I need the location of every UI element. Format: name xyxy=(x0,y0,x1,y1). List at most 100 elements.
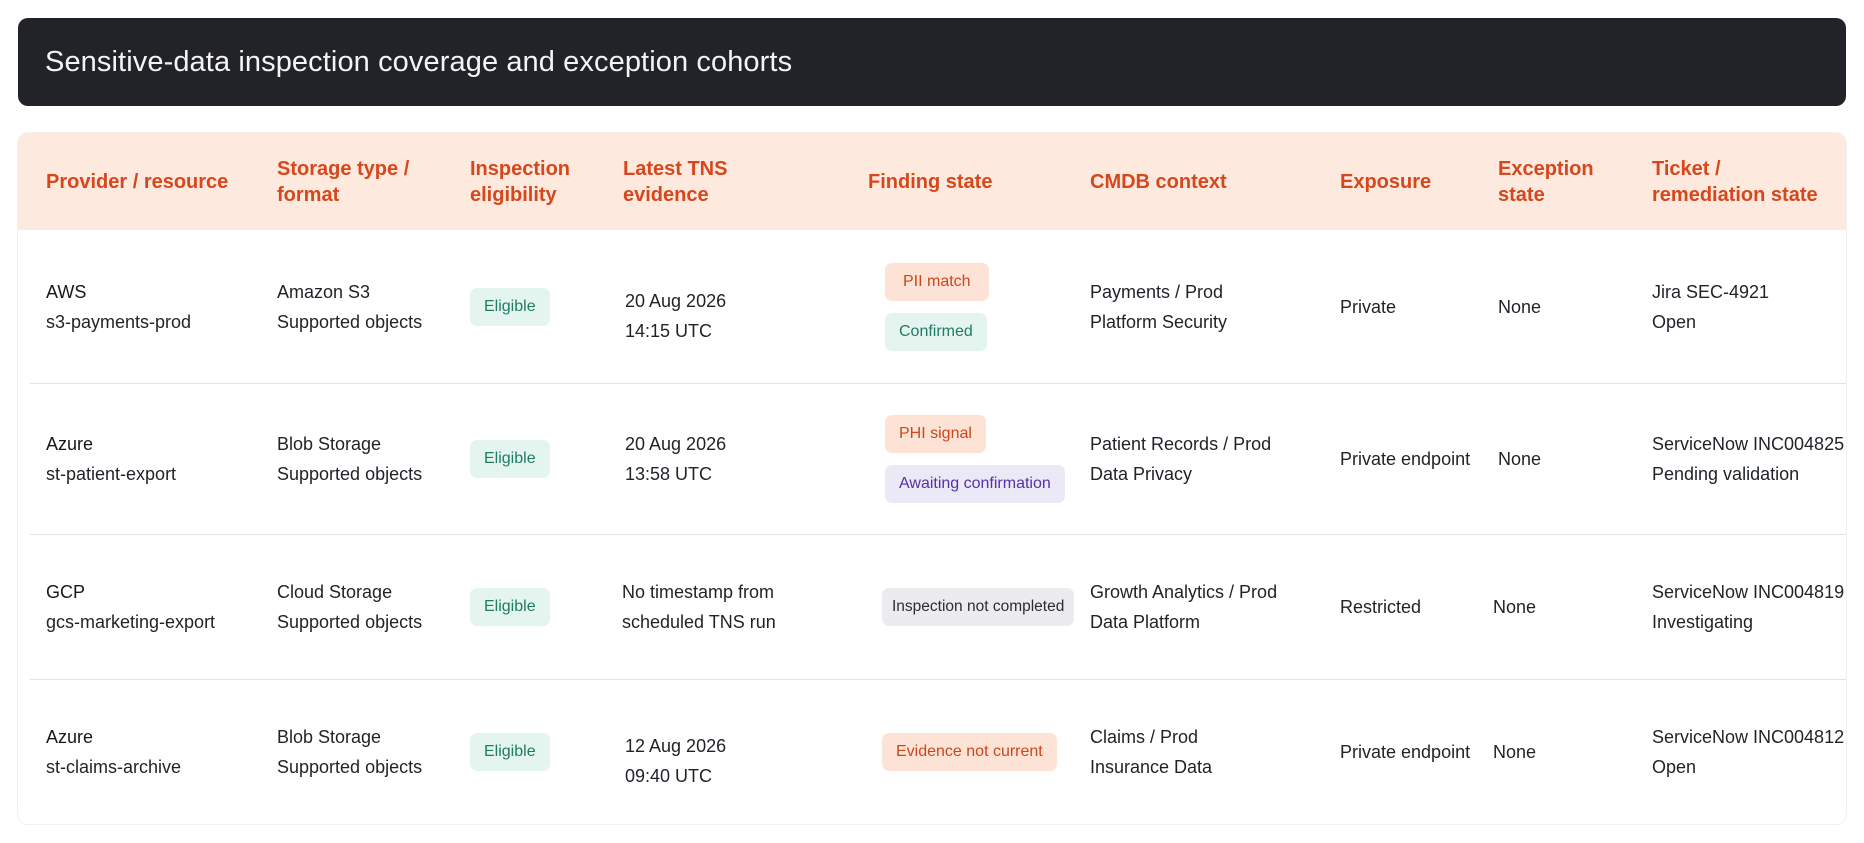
eligibility-badge: Eligible xyxy=(470,733,550,771)
column-header-cmdb-context[interactable]: CMDB context xyxy=(1090,133,1290,230)
provider-name: GCP xyxy=(46,582,86,602)
resource-name[interactable]: st-claims-archive xyxy=(46,752,181,782)
confirmation-badge: Awaiting confirmation xyxy=(885,465,1065,503)
cmdb-cell: Growth Analytics / Prod Data Platform xyxy=(1090,535,1277,679)
ticket-link[interactable]: ServiceNow INC004812 xyxy=(1652,722,1844,752)
finding-badge: Inspection not completed xyxy=(882,588,1075,626)
cmdb-application: Patient Records / Prod xyxy=(1090,434,1272,454)
remediation-state: Investigating xyxy=(1652,612,1754,632)
ticket-cell: Jira SEC-4921 Open xyxy=(1652,230,1769,383)
eligibility-badge: Eligible xyxy=(470,287,550,326)
evidence-cell: 20 Aug 2026 13:58 UTC xyxy=(625,384,726,534)
table-header: Provider / resource Storage type / forma… xyxy=(18,133,1846,230)
eligibility-cell: Eligible xyxy=(470,230,550,383)
resource-name[interactable]: gcs-marketing-export xyxy=(46,607,215,637)
finding-badge: PII match xyxy=(885,262,989,301)
eligibility-badge: Eligible xyxy=(470,440,550,478)
cmdb-application: Payments / Prod xyxy=(1090,281,1224,302)
storage-cell: Amazon S3 Supported objects xyxy=(277,230,422,383)
evidence-time: 09:40 UTC xyxy=(625,766,713,786)
cmdb-cell: Claims / Prod Insurance Data xyxy=(1090,680,1212,824)
column-header-eligibility[interactable]: Inspection eligibility xyxy=(470,133,590,230)
eligibility-cell: Eligible xyxy=(470,535,550,679)
ticket-cell: ServiceNow INC004825 Pending validation xyxy=(1652,384,1844,534)
cmdb-owner: Insurance Data xyxy=(1090,757,1213,777)
cmdb-application: Claims / Prod xyxy=(1090,727,1199,747)
storage-cell: Cloud Storage Supported objects xyxy=(277,535,422,679)
finding-badge: Evidence not current xyxy=(882,733,1057,771)
title-bar: Sensitive-data inspection coverage and e… xyxy=(18,18,1846,106)
remediation-state: Pending validation xyxy=(1652,464,1800,484)
coverage-table: Provider / resource Storage type / forma… xyxy=(18,133,1846,824)
cmdb-owner: Platform Security xyxy=(1090,311,1228,332)
storage-type: Blob Storage xyxy=(277,434,382,454)
confirmation-badge: Confirmed xyxy=(885,312,987,351)
column-header-finding-state[interactable]: Finding state xyxy=(868,133,1068,230)
evidence-time: 13:58 UTC xyxy=(625,464,713,484)
provider-name: Azure xyxy=(46,434,94,454)
resource-name[interactable]: st-patient-export xyxy=(46,459,176,489)
storage-type: Blob Storage xyxy=(277,727,382,747)
evidence-date: 20 Aug 2026 xyxy=(625,290,727,311)
column-header-storage-type[interactable]: Storage type / format xyxy=(277,133,427,230)
page-title: Sensitive-data inspection coverage and e… xyxy=(45,45,793,78)
evidence-cell: 20 Aug 2026 14:15 UTC xyxy=(625,230,726,383)
column-header-ticket[interactable]: Ticket / remediation state xyxy=(1652,133,1832,230)
column-header-provider[interactable]: Provider / resource xyxy=(46,133,266,230)
storage-cell: Blob Storage Supported objects xyxy=(277,680,422,824)
column-header-exposure[interactable]: Exposure xyxy=(1340,133,1470,230)
provider-cell: Azure st-patient-export xyxy=(46,384,176,534)
cmdb-owner: Data Platform xyxy=(1090,612,1201,632)
evidence-note-line1: No timestamp from xyxy=(622,582,775,602)
cmdb-owner: Data Privacy xyxy=(1090,464,1193,484)
exposure-cell: Private xyxy=(1340,296,1397,317)
storage-format: Supported objects xyxy=(277,311,423,332)
evidence-date: 12 Aug 2026 xyxy=(625,736,727,756)
remediation-state: Open xyxy=(1652,311,1697,332)
provider-name: AWS xyxy=(46,281,87,302)
ticket-link[interactable]: ServiceNow INC004825 xyxy=(1652,429,1844,459)
resource-name[interactable]: s3-payments-prod xyxy=(46,307,191,337)
evidence-cell: No timestamp from scheduled TNS run xyxy=(622,535,776,679)
storage-format: Supported objects xyxy=(277,612,423,632)
storage-type: Cloud Storage xyxy=(277,582,393,602)
provider-cell: GCP gcs-marketing-export xyxy=(46,535,215,679)
exception-cell: None xyxy=(1498,296,1542,317)
exposure-cell: Restricted xyxy=(1340,597,1422,617)
ticket-link[interactable]: ServiceNow INC004819 xyxy=(1652,577,1844,607)
table-row[interactable]: AWS s3-payments-prod Amazon S3 Supported… xyxy=(30,230,1846,384)
evidence-cell: 12 Aug 2026 09:40 UTC xyxy=(625,680,726,824)
provider-cell: Azure st-claims-archive xyxy=(46,680,181,824)
eligibility-badge: Eligible xyxy=(470,588,550,626)
provider-name: Azure xyxy=(46,727,94,747)
finding-cell: PHI signal Awaiting confirmation xyxy=(885,384,1065,534)
exposure-cell: Private endpoint xyxy=(1340,449,1471,469)
remediation-state: Open xyxy=(1652,757,1697,777)
evidence-note-line2: scheduled TNS run xyxy=(622,612,776,632)
exception-cell: None xyxy=(1493,742,1537,762)
storage-format: Supported objects xyxy=(277,757,423,777)
cmdb-application: Growth Analytics / Prod xyxy=(1090,582,1278,602)
finding-cell: Evidence not current xyxy=(882,680,1057,824)
exposure-cell: Private endpoint xyxy=(1340,742,1471,762)
finding-cell: Inspection not completed xyxy=(882,535,1075,679)
storage-cell: Blob Storage Supported objects xyxy=(277,384,422,534)
exception-cell: None xyxy=(1493,597,1537,617)
evidence-time: 14:15 UTC xyxy=(625,320,713,341)
table-row[interactable]: GCP gcs-marketing-export Cloud Storage S… xyxy=(30,535,1846,680)
table-row[interactable]: Azure st-claims-archive Blob Storage Sup… xyxy=(30,680,1846,824)
ticket-cell: ServiceNow INC004812 Open xyxy=(1652,680,1844,824)
column-header-exception-state[interactable]: Exception state xyxy=(1498,133,1618,230)
eligibility-cell: Eligible xyxy=(470,384,550,534)
cmdb-cell: Patient Records / Prod Data Privacy xyxy=(1090,384,1271,534)
eligibility-cell: Eligible xyxy=(470,680,550,824)
exception-cell: None xyxy=(1498,449,1542,469)
finding-badge: PHI signal xyxy=(885,415,986,453)
storage-format: Supported objects xyxy=(277,464,423,484)
finding-cell: PII match Confirmed xyxy=(885,230,989,383)
table-row[interactable]: Azure st-patient-export Blob Storage Sup… xyxy=(30,384,1846,535)
evidence-date: 20 Aug 2026 xyxy=(625,434,727,454)
ticket-link[interactable]: Jira SEC-4921 xyxy=(1652,277,1769,307)
cmdb-cell: Payments / Prod Platform Security xyxy=(1090,230,1227,383)
column-header-evidence[interactable]: Latest TNS evidence xyxy=(623,133,753,230)
